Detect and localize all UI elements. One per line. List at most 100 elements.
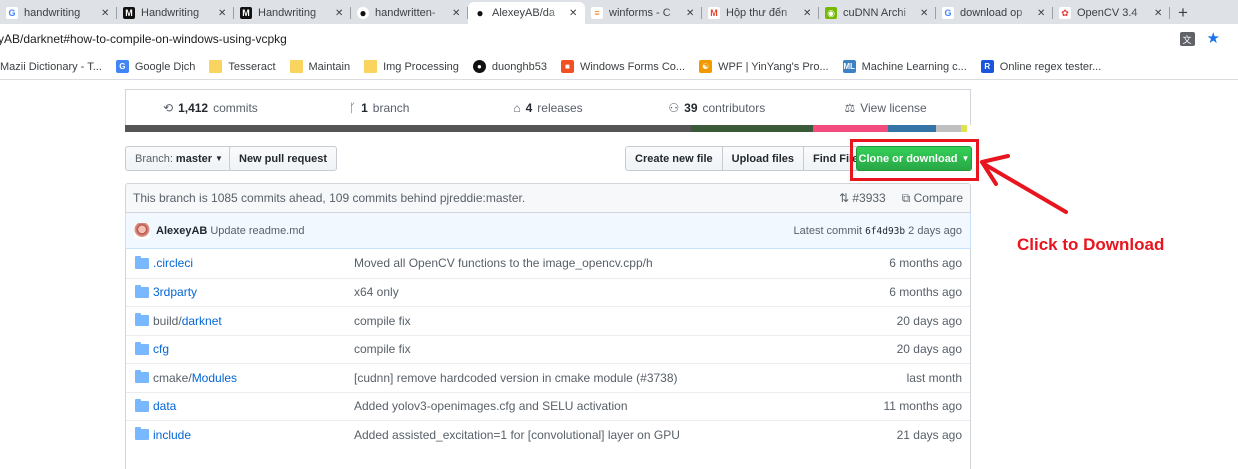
close-tab-icon[interactable]: ✕: [569, 8, 579, 19]
bookmark-label: WPF | YinYang's Pro...: [718, 60, 829, 73]
close-tab-icon[interactable]: ✕: [218, 8, 228, 19]
bookmark-label: Tesseract: [228, 60, 276, 73]
close-tab-icon[interactable]: ✕: [1154, 8, 1164, 19]
language-bar[interactable]: [125, 125, 971, 132]
commit-message-link[interactable]: x64 only: [354, 285, 889, 299]
latest-commit-info: Latest commit 6f4d93b 2 days ago: [794, 225, 962, 237]
bookmark-5[interactable]: ● duonghb53: [472, 60, 547, 73]
tab-9[interactable]: ✿ OpenCV 3.4 ✕: [1053, 2, 1170, 24]
file-name: darknet: [181, 313, 222, 328]
regex-icon: R: [980, 60, 994, 73]
language-segment[interactable]: [936, 125, 961, 132]
law-icon: ⚖: [844, 100, 856, 115]
nvidia-favicon-icon: ◉: [825, 7, 837, 19]
tab-5[interactable]: ≡ winforms - C ✕: [585, 2, 702, 24]
bookmark-label: Windows Forms Co...: [579, 60, 686, 73]
folder-icon: [135, 427, 149, 441]
close-tab-icon[interactable]: ✕: [803, 8, 813, 19]
file-row: data Added yolov3-openimages.cfg and SELU…: [126, 391, 970, 421]
commit-message-link[interactable]: compile fix: [354, 342, 897, 356]
branch-select-button[interactable]: Branch: master ▼: [125, 146, 233, 171]
tab-title: handwritten-: [375, 7, 436, 19]
tab-1[interactable]: M Handwriting ✕: [117, 2, 234, 24]
file-name-link[interactable]: .circleci: [153, 256, 354, 270]
language-segment[interactable]: [691, 125, 813, 132]
close-tab-icon[interactable]: ✕: [452, 8, 462, 19]
G-favicon-icon: G: [6, 7, 18, 19]
stat-releases[interactable]: ⌂ 4 releases: [464, 90, 633, 125]
language-segment[interactable]: [813, 125, 888, 132]
people-icon: ⚇: [668, 100, 680, 115]
bookmark-1[interactable]: G Google Dịch: [115, 60, 195, 73]
commit-message-link[interactable]: Moved all OpenCV functions to the image_…: [354, 256, 889, 270]
file-name-link[interactable]: 3rdparty: [153, 285, 354, 299]
file-name: include: [153, 427, 192, 442]
commit-message[interactable]: Update readme.md: [210, 225, 304, 237]
file-name-link[interactable]: include: [153, 428, 354, 442]
language-segment[interactable]: [125, 125, 691, 132]
commit-author[interactable]: AlexeyAB: [156, 225, 207, 237]
folder-icon: [364, 60, 378, 73]
file-name-link[interactable]: cmake/Modules: [153, 371, 354, 385]
tab-6[interactable]: M Hộp thư đến ✕: [702, 2, 819, 24]
close-tab-icon[interactable]: ✕: [686, 8, 696, 19]
language-segment[interactable]: [888, 125, 936, 132]
bookmark-label: Maintain: [308, 60, 351, 73]
diff-icon: ⧉: [901, 190, 911, 205]
stat-View-license[interactable]: ⚖ View license: [801, 90, 970, 125]
close-tab-icon[interactable]: ✕: [920, 8, 930, 19]
file-name-link[interactable]: data: [153, 399, 354, 413]
caret-down-icon: ▼: [215, 154, 223, 163]
close-tab-icon[interactable]: ✕: [101, 8, 111, 19]
bookmark-2[interactable]: Tesseract: [209, 60, 276, 73]
close-tab-icon[interactable]: ✕: [335, 8, 345, 19]
bookmark-6[interactable]: ■ Windows Forms Co...: [560, 60, 686, 73]
address-bar[interactable]: yAB/darknet#how-to-compile-on-windows-us…: [0, 24, 1238, 54]
create-new-file-button[interactable]: Create new file: [625, 146, 723, 171]
compare-label: Compare: [913, 190, 963, 205]
tab-title: handwriting: [24, 7, 81, 19]
tab-4[interactable]: ● AlexeyAB/da ✕: [468, 2, 585, 24]
folder-icon: [289, 60, 303, 73]
stat-contributors[interactable]: ⚇ 39 contributors: [632, 90, 801, 125]
commit-sha[interactable]: 6f4d93b: [865, 226, 905, 237]
tab-0[interactable]: Ghandwriting ✕: [0, 2, 117, 24]
bookmark-4[interactable]: Img Processing: [364, 60, 459, 73]
bookmark-8[interactable]: ML Machine Learning c...: [842, 60, 967, 73]
commit-message-link[interactable]: compile fix: [354, 314, 897, 328]
bookmarks-bar: Mazii Dictionary - T... G Google Dịch Tesse…: [0, 54, 1238, 80]
pull-request-link[interactable]: ⇅ #3933: [839, 191, 886, 206]
bookmark-7[interactable]: ☯ WPF | YinYang's Pro...: [699, 60, 829, 73]
close-tab-icon[interactable]: ✕: [1037, 8, 1047, 19]
compare-link[interactable]: ⧉ Compare: [902, 191, 963, 206]
stat-commits[interactable]: ⟲ 1,412 commits: [126, 90, 295, 125]
tab-3[interactable]: ● handwritten- ✕: [351, 2, 468, 24]
branch-comparison-bar: This branch is 1085 commits ahead, 109 c…: [125, 183, 971, 213]
file-name-link[interactable]: cfg: [153, 342, 354, 356]
bookmark-9[interactable]: R Online regex tester...: [980, 60, 1101, 73]
tab-7[interactable]: ◉ cuDNN Archi ✕: [819, 2, 936, 24]
commit-age: 20 days ago: [896, 313, 962, 328]
commit-message-link[interactable]: Added assisted_excitation=1 for [convolu…: [354, 428, 897, 442]
file-name: data: [153, 399, 177, 414]
stat-branch[interactable]: ᚴ 1 branch: [295, 90, 464, 125]
stat-number: 1: [361, 100, 368, 115]
commit-message-link[interactable]: [cudnn] remove hardcoded version in cmak…: [354, 371, 907, 385]
upload-files-button[interactable]: Upload files: [721, 146, 804, 171]
bookmark-3[interactable]: Maintain: [289, 60, 351, 73]
new-tab-button[interactable]: +: [1170, 2, 1196, 24]
language-segment[interactable]: [961, 125, 967, 132]
tab-2[interactable]: M Handwriting ✕: [234, 2, 351, 24]
bookmark-star-icon[interactable]: ★: [1207, 31, 1220, 46]
tab-title: Handwriting: [141, 7, 200, 19]
commit-message-link[interactable]: Added yolov3-openimages.cfg and SELU act…: [354, 399, 884, 413]
new-pull-request-button[interactable]: New pull request: [229, 146, 338, 171]
translate-icon[interactable]: 文: [1179, 32, 1195, 46]
tab-8[interactable]: Gdownload op ✕: [936, 2, 1053, 24]
github-favicon-icon: ●: [357, 6, 369, 20]
avatar[interactable]: [134, 222, 150, 239]
bookmark-0[interactable]: Mazii Dictionary - T...: [0, 61, 102, 73]
url-text[interactable]: yAB/darknet#how-to-compile-on-windows-us…: [0, 32, 287, 46]
file-name: .circleci: [153, 256, 194, 271]
file-name-link[interactable]: build/darknet: [153, 314, 354, 328]
